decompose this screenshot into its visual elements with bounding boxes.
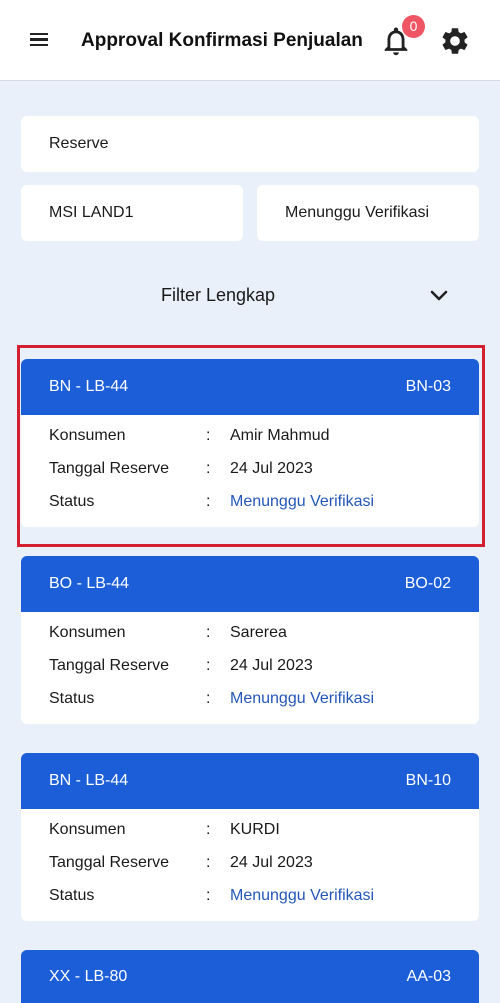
colon: : xyxy=(206,887,211,904)
label-tanggal: Tanggal Reserve xyxy=(49,854,170,871)
row-tanggal: Tanggal Reserve : 24 Jul 2023 xyxy=(49,854,451,887)
app-bar: Approval Konfirmasi Penjualan 0 xyxy=(0,0,500,81)
label-status: Status xyxy=(49,690,95,707)
value-konsumen: Sarerea xyxy=(230,624,287,641)
colon: : xyxy=(206,821,211,838)
page-title: Approval Konfirmasi Penjualan xyxy=(81,30,363,51)
colon: : xyxy=(206,854,211,871)
row-konsumen: Konsumen : Amir Mahmud xyxy=(49,427,451,460)
row-konsumen: Konsumen : KURDI xyxy=(49,821,451,854)
card-code: AA-03 xyxy=(406,967,451,985)
status-select[interactable]: Menunggu Verifikasi xyxy=(257,185,479,241)
chevron-down-icon[interactable] xyxy=(427,284,451,308)
reservation-card[interactable]: BN - LB-44 BN-10 Konsumen : KURDI Tangga… xyxy=(21,753,479,921)
colon: : xyxy=(206,460,211,477)
row-status: Status : Menunggu Verifikasi xyxy=(49,690,451,723)
reservation-card[interactable]: BN - LB-44 BN-03 Konsumen : Amir Mahmud … xyxy=(21,359,479,527)
row-tanggal: Tanggal Reserve : 24 Jul 2023 xyxy=(49,460,451,493)
label-konsumen: Konsumen xyxy=(49,624,126,641)
value-konsumen: KURDI xyxy=(230,821,280,838)
value-konsumen: Amir Mahmud xyxy=(230,427,330,444)
card-code: BN-03 xyxy=(405,378,451,395)
card-header: XX - LB-80 AA-03 xyxy=(21,950,479,1003)
project-select[interactable]: MSI LAND1 xyxy=(21,185,243,241)
label-tanggal: Tanggal Reserve xyxy=(49,657,170,674)
colon: : xyxy=(206,493,211,510)
label-konsumen: Konsumen xyxy=(49,427,126,444)
row-tanggal: Tanggal Reserve : 24 Jul 2023 xyxy=(49,657,451,690)
colon: : xyxy=(206,427,211,444)
row-status: Status : Menunggu Verifikasi xyxy=(49,887,451,920)
card-header: BN - LB-44 BN-03 xyxy=(21,359,479,415)
value-status: Menunggu Verifikasi xyxy=(230,493,375,510)
reservation-card[interactable]: BO - LB-44 BO-02 Konsumen : Sarerea Tang… xyxy=(21,556,479,724)
card-unit: BO - LB-44 xyxy=(49,575,130,592)
card-unit: BN - LB-44 xyxy=(49,772,129,789)
filter-lengkap-toggle[interactable]: Filter Lengkap xyxy=(161,285,275,306)
gear-icon[interactable] xyxy=(439,25,471,57)
notification-badge: 0 xyxy=(402,15,425,38)
value-tanggal: 24 Jul 2023 xyxy=(230,460,313,477)
colon: : xyxy=(206,690,211,707)
card-code: BN-10 xyxy=(405,772,451,789)
card-header: BN - LB-44 BN-10 xyxy=(21,753,479,809)
label-konsumen: Konsumen xyxy=(49,821,126,838)
reservation-card[interactable]: XX - LB-80 AA-03 xyxy=(21,950,479,1003)
type-select[interactable]: Reserve xyxy=(21,116,479,172)
label-tanggal: Tanggal Reserve xyxy=(49,460,170,477)
label-status: Status xyxy=(49,887,95,904)
value-status: Menunggu Verifikasi xyxy=(230,887,375,904)
row-status: Status : Menunggu Verifikasi xyxy=(49,493,451,526)
colon: : xyxy=(206,624,211,641)
colon: : xyxy=(206,657,211,674)
row-konsumen: Konsumen : Sarerea xyxy=(49,624,451,657)
value-status: Menunggu Verifikasi xyxy=(230,690,375,707)
card-code: BO-02 xyxy=(404,575,451,592)
value-tanggal: 24 Jul 2023 xyxy=(230,854,313,871)
card-unit: XX - LB-80 xyxy=(49,967,128,985)
label-status: Status xyxy=(49,493,95,510)
card-unit: BN - LB-44 xyxy=(49,378,129,395)
menu-icon[interactable] xyxy=(28,30,52,52)
card-header: BO - LB-44 BO-02 xyxy=(21,556,479,612)
value-tanggal: 24 Jul 2023 xyxy=(230,657,313,674)
